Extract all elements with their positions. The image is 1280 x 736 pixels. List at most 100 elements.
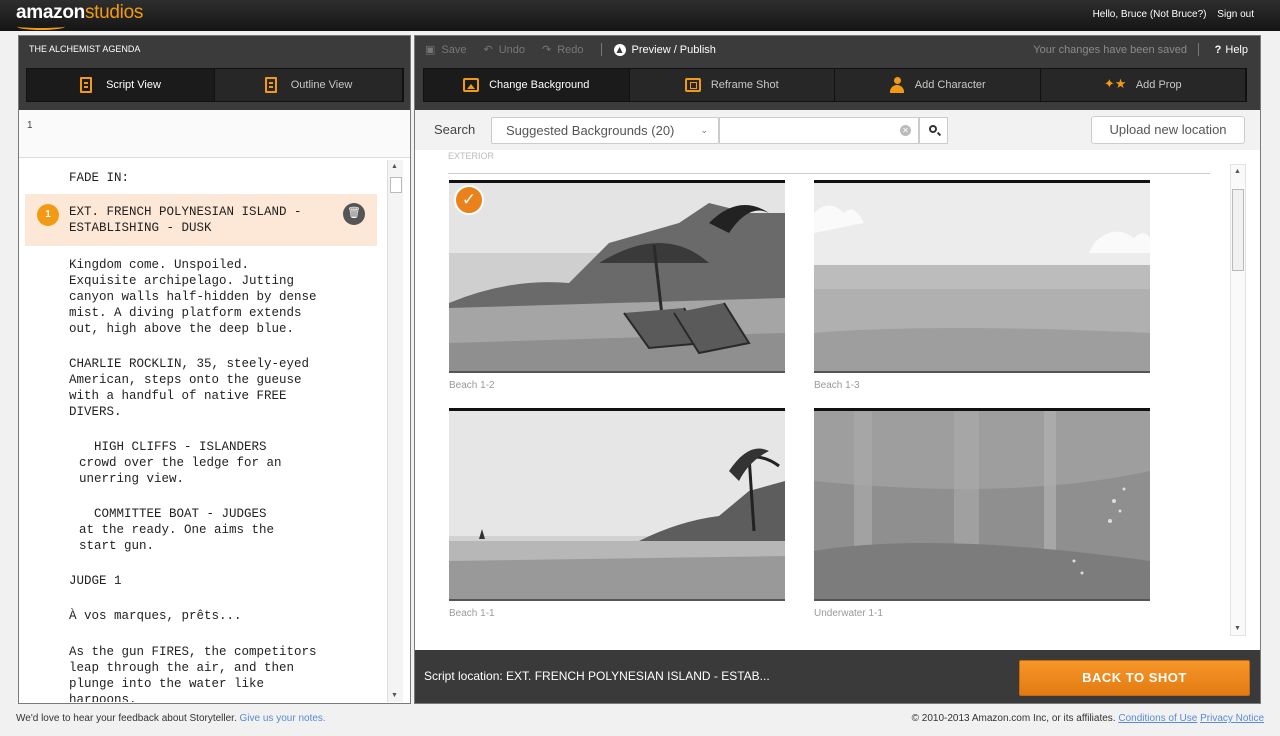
thumbnail-caption: Beach 1-3 (814, 380, 860, 391)
person-icon (889, 77, 905, 93)
script-scrollbar[interactable]: ▲ ▼ (387, 160, 403, 702)
greeting-link[interactable]: Hello, Bruce (Not Bruce?) (1093, 9, 1207, 20)
action-paragraph: As the gun FIRES, the competitors leap t… (69, 645, 317, 702)
background-grid: EXTERIOR ✓ Beach 1-2 Beach 1-3 Beach 1-1… (415, 150, 1260, 650)
section-label: EXTERIOR (448, 152, 1210, 174)
underwater-1-1-image[interactable] (814, 408, 1150, 601)
feedback-message: We'd love to hear your feedback about St… (16, 713, 237, 724)
tab-script-view[interactable]: Script View (27, 69, 215, 101)
script-location: Script location: EXT. FRENCH POLYNESIAN … (424, 669, 770, 683)
script-panel: THE ALCHEMIST AGENDA Script View Outline… (18, 35, 411, 704)
tab-outline-view[interactable]: Outline View (215, 69, 403, 101)
amazon-studios-logo[interactable]: amazonstudios (16, 2, 144, 30)
tab-change-background[interactable]: Change Background (424, 69, 630, 101)
logo-text-amazon: amazon (16, 2, 85, 23)
scroll-up-arrow-icon[interactable]: ▲ (391, 163, 398, 170)
conditions-of-use-link[interactable]: Conditions of Use (1118, 713, 1197, 724)
scrollbar-thumb[interactable] (390, 177, 402, 193)
redo-button[interactable]: ↷ Redo (542, 43, 584, 56)
copyright-text: © 2010-2013 Amazon.com Inc, or its affil… (911, 713, 1116, 724)
search-bar: Search Suggested Backgrounds (20) ⌄ ✕ Up… (415, 110, 1260, 150)
page-indicator-bar: 1 (19, 110, 410, 158)
amazon-smile-icon (17, 23, 65, 30)
scene-heading-selected[interactable]: 1 EXT. FRENCH POLYNESIAN ISLAND - ESTABL… (25, 194, 377, 246)
scene-heading-line-1: EXT. FRENCH POLYNESIAN ISLAND - (69, 205, 302, 219)
search-input[interactable] (719, 117, 919, 144)
beach-1-3-image[interactable] (814, 180, 1150, 373)
outline-icon (264, 77, 277, 93)
preview-publish-button[interactable]: ▲ Preview / Publish (613, 43, 716, 56)
shot-paragraph: COMMITTEE BOAT - JUDGES at the ready. On… (79, 507, 275, 553)
underwater-1-1-art (814, 411, 1150, 599)
upload-circle-icon: ▲ (613, 43, 626, 56)
beach-1-2-art (449, 183, 785, 371)
backgrounds-dropdown[interactable]: Suggested Backgrounds (20) ⌄ (491, 117, 719, 144)
thumbnail-caption: Beach 1-2 (449, 380, 495, 391)
grid-scrollbar[interactable]: ▲ ▼ (1230, 164, 1246, 636)
tab-add-prop[interactable]: ✦★ Add Prop (1041, 69, 1246, 101)
shot-paragraph: HIGH CLIFFS - ISLANDERS crowd over the l… (79, 440, 282, 486)
beach-1-2-image[interactable] (449, 180, 785, 373)
toolbar-divider (600, 43, 602, 56)
script-panel-header: THE ALCHEMIST AGENDA Script View Outline… (19, 36, 410, 110)
floppy-disk-icon: ▣ (425, 43, 436, 56)
feedback-link[interactable]: Give us your notes. (240, 713, 326, 724)
redo-label: Redo (557, 43, 584, 56)
search-icon (929, 125, 937, 133)
document-icon (80, 77, 93, 93)
scroll-down-arrow-icon[interactable]: ▼ (1234, 625, 1241, 632)
script-text[interactable]: FADE IN: 1 EXT. FRENCH POLYNESIAN ISLAND… (25, 160, 377, 702)
project-title: THE ALCHEMIST AGENDA (29, 44, 141, 54)
copyright-area: © 2010-2013 Amazon.com Inc, or its affil… (912, 713, 1264, 724)
scroll-down-arrow-icon[interactable]: ▼ (391, 692, 398, 699)
search-button[interactable] (919, 117, 948, 144)
sign-out-link[interactable]: Sign out (1217, 9, 1254, 20)
editor-footer: Script location: EXT. FRENCH POLYNESIAN … (415, 650, 1260, 703)
back-to-shot-button[interactable]: BACK TO SHOT (1019, 660, 1250, 696)
scene-heading-line-2: ESTABLISHING - DUSK (69, 221, 212, 235)
beach-1-3-art (814, 183, 1150, 371)
undo-button[interactable]: ↶ Undo (483, 43, 525, 56)
save-button[interactable]: ▣ Save (425, 43, 466, 56)
search-label: Search (434, 122, 476, 137)
tab-add-character-label: Add Character (914, 79, 986, 91)
background-thumbnail[interactable]: ✓ Beach 1-2 (449, 180, 785, 391)
character-name: JUDGE 1 (69, 574, 122, 588)
tab-add-character[interactable]: Add Character (835, 69, 1041, 101)
help-button[interactable]: ? Help (1215, 44, 1248, 56)
clear-search-icon[interactable]: ✕ (900, 125, 911, 136)
upload-location-button[interactable]: Upload new location (1091, 116, 1245, 144)
selected-checkmark-icon: ✓ (454, 185, 484, 215)
landscape-icon (463, 78, 480, 92)
tab-reframe-shot[interactable]: Reframe Shot (630, 69, 835, 101)
action-tabs: Change Background Reframe Shot Add Chara… (423, 68, 1247, 102)
undo-icon: ↶ (483, 43, 493, 56)
scroll-up-arrow-icon[interactable]: ▲ (1234, 168, 1241, 175)
beach-1-1-art (449, 411, 785, 599)
toolbar: ▣ Save ↶ Undo ↷ Redo ▲ Preview / Publish (425, 43, 733, 56)
preview-label: Preview / Publish (631, 43, 716, 56)
toolbar-divider (1198, 43, 1199, 56)
editor-panel: ▣ Save ↶ Undo ↷ Redo ▲ Preview / Publish You… (414, 35, 1261, 704)
scrollbar-thumb[interactable] (1232, 189, 1244, 271)
trash-icon[interactable]: 🗑 (343, 203, 365, 225)
logo-text-studios: studios (84, 2, 144, 23)
chevron-down-icon: ⌄ (700, 125, 708, 135)
reframe-icon (684, 78, 701, 92)
save-status: Your changes have been saved (1033, 44, 1187, 56)
background-thumbnail[interactable]: Beach 1-1 (449, 408, 785, 619)
beach-1-1-image[interactable] (449, 408, 785, 601)
undo-label: Undo (498, 43, 525, 56)
dialogue-line: À vos marques, prêts... (69, 609, 242, 623)
privacy-notice-link[interactable]: Privacy Notice (1200, 713, 1264, 724)
question-mark-icon: ? (1214, 44, 1222, 56)
page-footer: We'd love to hear your feedback about St… (0, 704, 1280, 736)
feedback-text: We'd love to hear your feedback about St… (16, 713, 326, 724)
fade-in-line: FADE IN: (69, 171, 130, 185)
stars-icon: ✦★ (1103, 77, 1127, 92)
background-thumbnail[interactable]: Beach 1-3 (814, 180, 1150, 391)
tab-outline-view-label: Outline View (290, 79, 353, 91)
editor-header: ▣ Save ↶ Undo ↷ Redo ▲ Preview / Publish You… (415, 36, 1260, 110)
scene-number-badge: 1 (37, 204, 59, 226)
background-thumbnail[interactable]: Underwater 1-1 (814, 408, 1150, 619)
